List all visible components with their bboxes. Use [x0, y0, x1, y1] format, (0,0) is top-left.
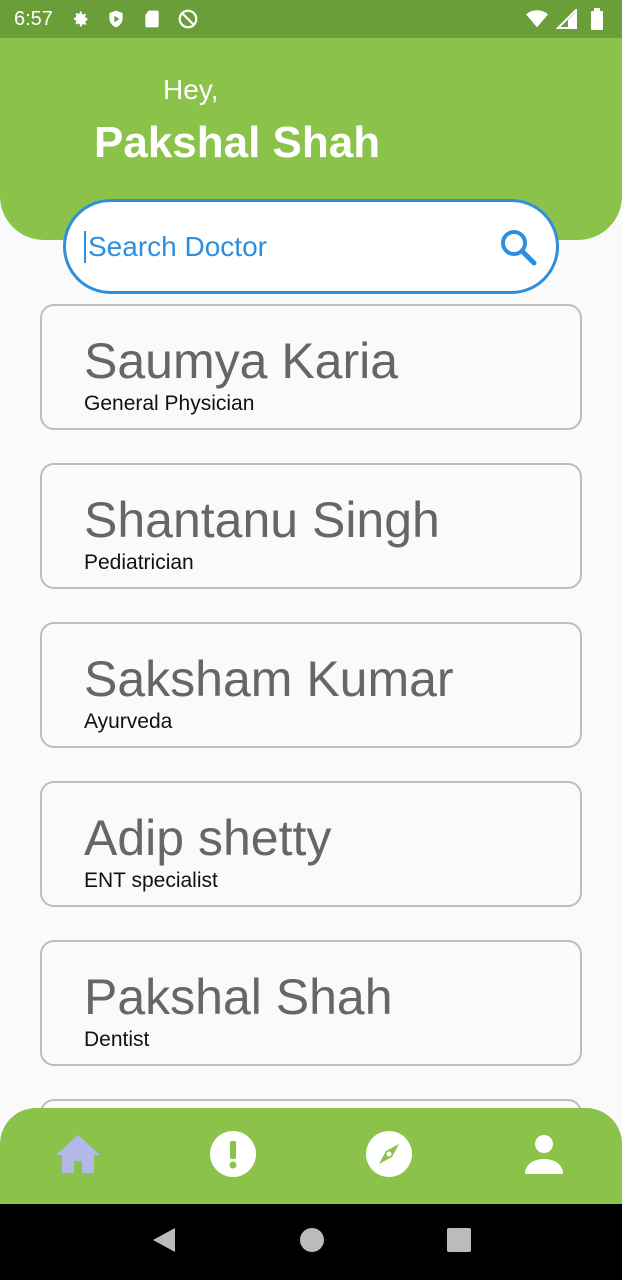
person-icon[interactable]	[523, 1134, 565, 1179]
doctor-name: Pakshal Shah	[84, 969, 393, 1025]
greeting-text: Hey,	[163, 74, 219, 105]
status-time: 6:57	[14, 7, 53, 30]
wifi-icon	[526, 8, 548, 30]
nav-explore[interactable]	[359, 1126, 419, 1186]
system-nav-bar	[0, 1204, 622, 1280]
recents-icon[interactable]	[447, 1227, 471, 1257]
doctor-specialty: Ayurveda	[84, 710, 173, 733]
doctor-card[interactable]: Pakshal Shah Dentist	[40, 940, 582, 1066]
nav-alerts[interactable]	[203, 1126, 263, 1186]
doctor-name: Saksham Kumar	[84, 651, 454, 707]
search-icon[interactable]	[498, 227, 538, 267]
settings-icon	[69, 8, 91, 30]
home-icon[interactable]	[54, 1133, 102, 1180]
doctor-card[interactable]: Shantanu Singh Pediatrician	[40, 463, 582, 589]
doctor-name: Adip shetty	[84, 810, 332, 866]
signal-icon	[556, 8, 578, 30]
doctor-name: Shantanu Singh	[84, 492, 440, 548]
doctor-specialty: Dentist	[84, 1028, 150, 1051]
data-saver-icon	[177, 8, 199, 30]
back-icon[interactable]	[151, 1226, 177, 1259]
sd-card-icon	[141, 8, 163, 30]
doctor-card[interactable]: Saumya Karia General Physician	[40, 304, 582, 430]
doctor-specialty: ENT specialist	[84, 869, 218, 892]
doctor-specialty: Pediatrician	[84, 551, 194, 574]
user-name: Pakshal Shah	[94, 118, 381, 167]
doctor-specialty: General Physician	[84, 392, 255, 415]
bottom-nav	[0, 1108, 622, 1204]
search-input[interactable]	[84, 230, 498, 263]
search-bar[interactable]	[63, 199, 559, 294]
doctor-list[interactable]: Saumya Karia General Physician Shantanu …	[40, 304, 582, 1108]
doctor-card[interactable]: Saksham Kumar Ayurveda	[40, 622, 582, 748]
doctor-name: Saumya Karia	[84, 333, 399, 389]
doctor-card[interactable]	[40, 1099, 582, 1108]
status-bar: 6:57	[0, 0, 622, 38]
doctor-card[interactable]: Adip shetty ENT specialist	[40, 781, 582, 907]
nav-profile[interactable]	[514, 1126, 574, 1186]
alert-icon[interactable]	[209, 1130, 257, 1183]
battery-icon	[586, 8, 608, 30]
nav-home[interactable]	[48, 1126, 108, 1186]
compass-icon[interactable]	[365, 1130, 413, 1183]
shield-play-icon	[105, 8, 127, 30]
home-circle-icon[interactable]	[299, 1227, 325, 1258]
